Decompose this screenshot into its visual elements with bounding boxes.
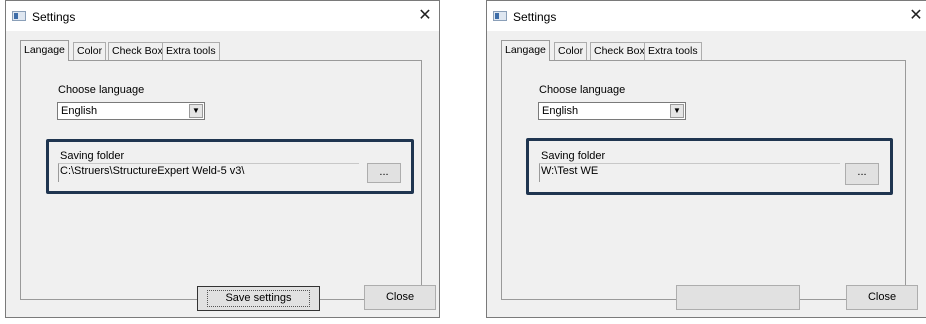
tab-color[interactable]: Color bbox=[73, 42, 107, 60]
title-bar: Settings ✕ bbox=[6, 1, 439, 31]
choose-language-label: Choose language bbox=[58, 84, 145, 96]
settings-window-left: Settings ✕ Langage Color Check Box Extra… bbox=[5, 0, 440, 318]
window-title: Settings bbox=[513, 10, 557, 24]
close-icon[interactable]: ✕ bbox=[415, 6, 435, 26]
settings-window-icon bbox=[493, 11, 507, 21]
chevron-down-icon[interactable]: ▼ bbox=[670, 104, 684, 118]
folder-path: C:\Struers\StructureExpert Weld-5 v3\ bbox=[60, 165, 245, 177]
settings-window-icon bbox=[12, 11, 26, 21]
browse-button[interactable]: ... bbox=[367, 163, 401, 183]
close-icon[interactable]: ✕ bbox=[906, 6, 926, 26]
close-button[interactable]: Close bbox=[364, 285, 436, 310]
settings-window-right: Settings ✕ Langage Color Check Box Extra… bbox=[486, 0, 926, 318]
saving-folder-label: Saving folder bbox=[541, 150, 606, 162]
save-settings-button[interactable]: Save settings bbox=[197, 286, 320, 311]
saving-folder-field[interactable]: W:\Test WE bbox=[539, 163, 840, 182]
language-value: English bbox=[61, 105, 98, 117]
tab-check-box[interactable]: Check Box bbox=[108, 42, 167, 60]
tab-extra-tools[interactable]: Extra tools bbox=[644, 42, 702, 60]
save-settings-button[interactable] bbox=[676, 285, 800, 310]
window-title: Settings bbox=[32, 10, 76, 24]
choose-language-label: Choose language bbox=[539, 84, 626, 96]
title-bar: Settings ✕ bbox=[487, 1, 926, 31]
language-select[interactable]: English ▼ bbox=[538, 102, 686, 120]
language-select[interactable]: English ▼ bbox=[57, 102, 205, 120]
folder-path: W:\Test WE bbox=[541, 165, 599, 177]
save-settings-label: Save settings bbox=[207, 290, 310, 307]
close-button[interactable]: Close bbox=[846, 285, 918, 310]
tab-langage[interactable]: Langage bbox=[20, 40, 69, 61]
tab-color[interactable]: Color bbox=[554, 42, 588, 60]
language-value: English bbox=[542, 105, 579, 117]
tab-langage[interactable]: Langage bbox=[501, 40, 550, 61]
saving-folder-label: Saving folder bbox=[60, 150, 125, 162]
browse-button[interactable]: ... bbox=[845, 163, 879, 185]
saving-folder-field[interactable]: C:\Struers\StructureExpert Weld-5 v3\ bbox=[58, 163, 359, 182]
chevron-down-icon[interactable]: ▼ bbox=[189, 104, 203, 118]
tab-check-box[interactable]: Check Box bbox=[590, 42, 649, 60]
tab-extra-tools[interactable]: Extra tools bbox=[162, 42, 220, 60]
